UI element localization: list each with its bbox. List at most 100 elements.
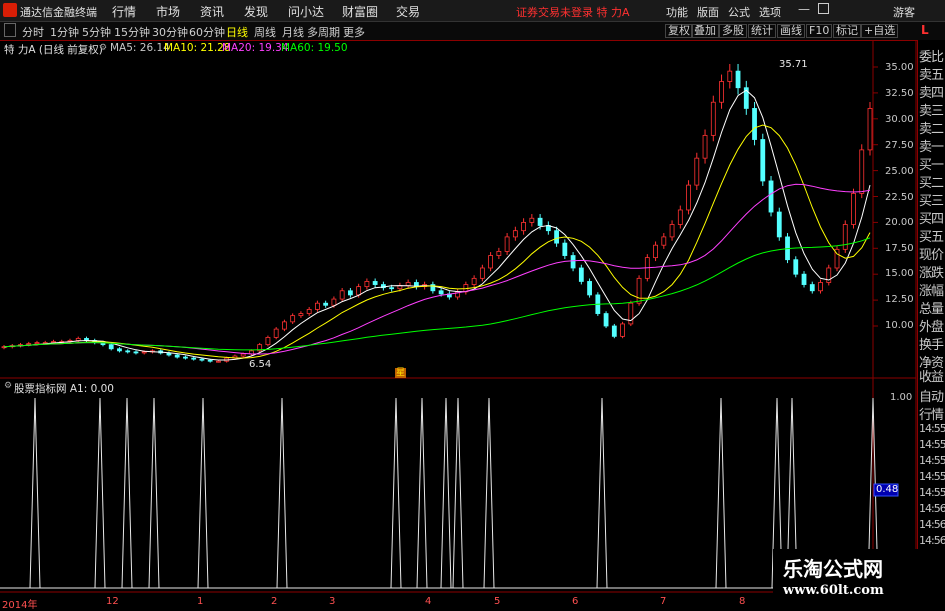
ma60-line xyxy=(3,237,871,351)
candle-body xyxy=(818,282,823,292)
chart-canvas[interactable] xyxy=(0,0,945,609)
candle-body xyxy=(315,302,320,310)
tick-time: 14:55 xyxy=(919,454,945,467)
indicator-spike xyxy=(715,397,727,589)
candle-body xyxy=(636,277,642,304)
candle-body xyxy=(372,281,378,285)
indicator-spikes xyxy=(0,397,879,589)
candle-body xyxy=(347,290,353,296)
quote-label[interactable]: 买五 xyxy=(919,226,944,245)
candle-body xyxy=(859,149,865,194)
candle-body xyxy=(554,230,559,244)
candle-body xyxy=(438,290,444,295)
y-tick: 27.50 xyxy=(885,140,914,151)
x-tick: 6 xyxy=(572,596,579,607)
quote-label[interactable]: 卖三 xyxy=(919,100,944,119)
candle-body xyxy=(752,108,757,140)
auto-quote-label[interactable]: 行情 xyxy=(919,404,944,423)
candle-body xyxy=(216,360,221,363)
candle-body xyxy=(653,244,658,259)
x-tick: 5 xyxy=(494,596,501,607)
indicator-settings-icon[interactable]: ⚙ xyxy=(4,381,12,391)
candle-body xyxy=(174,354,180,358)
ma5-line xyxy=(3,89,871,361)
candle-body xyxy=(521,221,526,232)
quote-label[interactable]: 收益 xyxy=(919,366,944,385)
quote-label[interactable]: 卖二 xyxy=(919,118,944,137)
indicator-spike xyxy=(452,397,464,589)
candle-body xyxy=(290,315,296,323)
candle-body xyxy=(364,281,370,288)
indicator-spike xyxy=(416,397,428,589)
candle-body xyxy=(306,309,312,314)
candle-body xyxy=(661,236,667,246)
indicator-spike xyxy=(390,397,402,589)
candle-body xyxy=(735,70,741,89)
quote-label[interactable]: 涨跌 xyxy=(919,262,944,281)
candle-body xyxy=(488,255,494,269)
candle-body xyxy=(117,348,122,352)
candle-body xyxy=(587,281,592,296)
candle-body xyxy=(694,157,700,186)
indicator-spike xyxy=(121,397,133,589)
candle-body xyxy=(562,242,568,256)
event-marker[interactable]: 星 xyxy=(395,368,407,378)
candle-body xyxy=(760,139,766,182)
x-tick: 8 xyxy=(739,596,746,607)
candle-body xyxy=(265,336,271,346)
candle-body xyxy=(183,356,188,359)
indicator-spike xyxy=(29,397,41,589)
candle-body xyxy=(702,134,708,159)
quote-label[interactable]: 总量 xyxy=(919,298,944,317)
tick-time: 14:55 xyxy=(919,486,945,499)
quote-label[interactable]: 买四 xyxy=(919,208,944,227)
candle-body xyxy=(331,298,337,306)
x-tick: 2 xyxy=(271,596,278,607)
indicator-y-tick: 1.00 xyxy=(890,392,913,403)
candle-body xyxy=(34,342,40,345)
ma20-line xyxy=(3,183,871,355)
quote-label[interactable]: 卖五 xyxy=(919,64,944,83)
candle-body xyxy=(207,359,213,362)
quote-label[interactable]: 委比 xyxy=(919,46,944,65)
candle-body xyxy=(323,302,329,306)
candle-body xyxy=(108,344,114,350)
y-tick: 25.00 xyxy=(885,166,914,177)
candle-body xyxy=(578,267,584,282)
quote-label[interactable]: 涨幅 xyxy=(919,280,944,299)
candle-body xyxy=(298,313,304,317)
indicator-spike xyxy=(276,397,288,589)
candle-body xyxy=(471,277,477,285)
watermark-url: www.60lt.com xyxy=(783,583,884,598)
quote-label[interactable]: 买二 xyxy=(919,172,944,191)
auto-quote-label[interactable]: 自动 xyxy=(919,386,944,405)
quote-label[interactable]: 外盘 xyxy=(919,316,944,335)
candle-body xyxy=(339,290,345,300)
tick-time: 14:55 xyxy=(919,438,945,451)
x-tick: 4 xyxy=(425,596,432,607)
candle-body xyxy=(719,81,724,103)
quote-label[interactable]: 买三 xyxy=(919,190,944,209)
indicator-spike xyxy=(440,397,452,589)
candle-body xyxy=(191,357,197,360)
watermark: 乐淘公式网 www.60lt.com xyxy=(773,549,945,609)
quote-label[interactable]: 现价 xyxy=(919,244,944,263)
candle-body xyxy=(620,323,625,337)
tick-time: 14:56 xyxy=(919,534,945,547)
quote-label[interactable]: 换手 xyxy=(919,334,944,353)
candlestick-series xyxy=(1,63,873,363)
candle-body xyxy=(710,101,716,136)
candle-body xyxy=(537,217,543,226)
candle-body xyxy=(199,358,205,361)
y-tick: 20.00 xyxy=(885,217,914,228)
quote-label[interactable]: 卖四 xyxy=(919,82,944,101)
candle-body xyxy=(809,284,815,292)
candle-body xyxy=(768,180,774,213)
quote-label[interactable]: 卖一 xyxy=(919,136,944,155)
quote-label[interactable]: 买一 xyxy=(919,154,944,173)
candle-body xyxy=(851,192,856,225)
candle-body xyxy=(479,267,485,279)
indicator-spike xyxy=(94,397,106,589)
candle-body xyxy=(669,224,675,238)
low-price-label: 6.54 xyxy=(249,359,272,370)
